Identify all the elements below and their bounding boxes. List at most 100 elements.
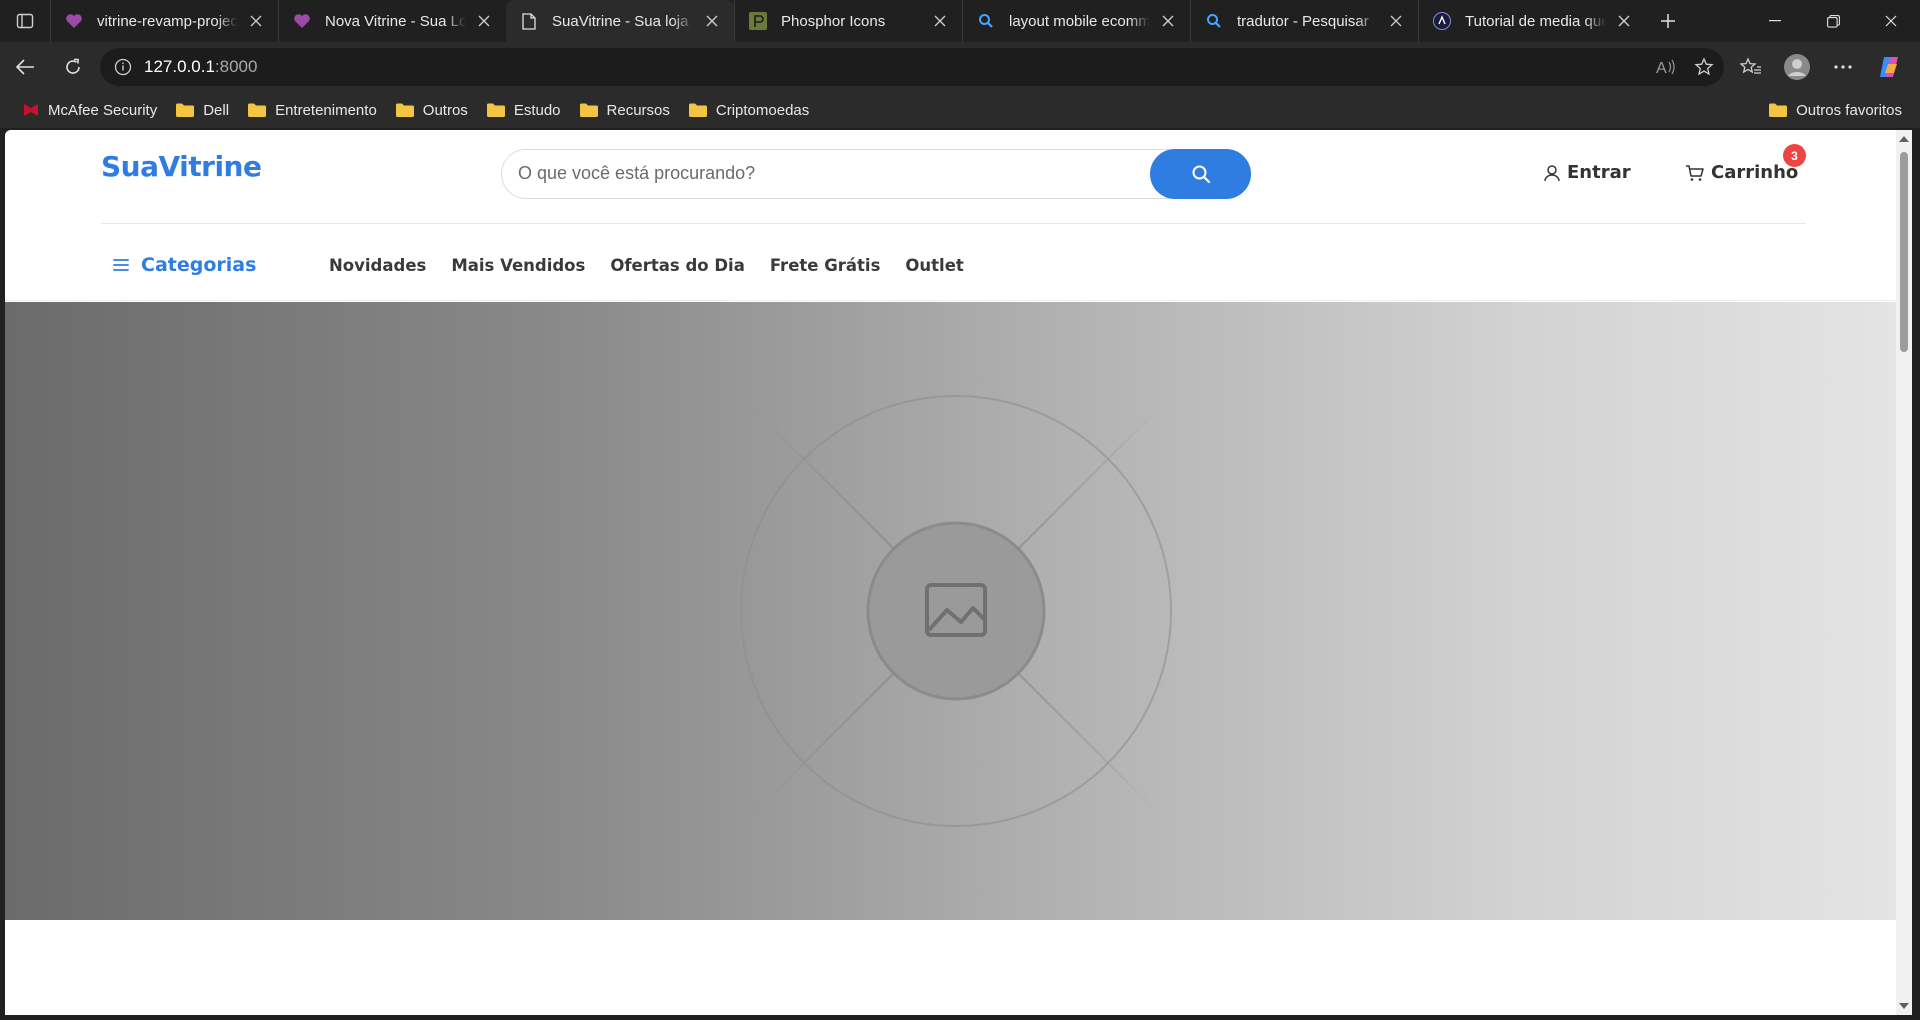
bookmark-label: Recursos xyxy=(606,101,670,119)
search-button[interactable] xyxy=(1150,148,1251,199)
cart-link[interactable]: Carrinho xyxy=(1685,162,1798,183)
search-input[interactable] xyxy=(518,150,1118,197)
bookmark-label: Dell xyxy=(203,101,230,119)
tab-title: Phosphor Icons xyxy=(781,12,886,30)
close-icon[interactable] xyxy=(1158,11,1178,31)
page-scrollbar[interactable] xyxy=(1896,130,1912,1015)
bookmark-folder-estudo[interactable]: Estudo xyxy=(478,95,569,125)
svg-text:A: A xyxy=(1656,60,1667,76)
favorites-icon[interactable] xyxy=(1730,47,1772,87)
close-window-button[interactable] xyxy=(1862,0,1920,42)
scroll-up-arrow-icon[interactable] xyxy=(1899,134,1909,144)
heart-icon xyxy=(65,12,83,30)
folder-icon xyxy=(1768,102,1788,118)
header-divider xyxy=(101,223,1806,224)
folder-icon xyxy=(579,102,599,118)
bookmark-folder-entretenimento[interactable]: Entretenimento xyxy=(239,95,385,125)
page-icon xyxy=(520,12,538,30)
mcafee-icon xyxy=(22,101,40,119)
restore-button[interactable] xyxy=(1804,0,1862,42)
search-icon xyxy=(1191,164,1211,184)
tab-title: vitrine-revamp-project xyxy=(97,12,238,30)
folder-icon xyxy=(247,102,267,118)
bookmark-folder-criptomoedas[interactable]: Criptomoedas xyxy=(680,95,817,125)
login-link[interactable]: Entrar xyxy=(1543,162,1631,183)
menu-item-frete-gratis[interactable]: Frete Grátis xyxy=(770,256,881,275)
tab-layout-mobile[interactable]: layout mobile ecomme xyxy=(962,0,1190,42)
bookmark-folder-recursos[interactable]: Recursos xyxy=(571,95,678,125)
cart-label: Carrinho xyxy=(1711,162,1799,183)
bookmark-label: Outros xyxy=(422,101,468,119)
site-header: SuaVitrine Entrar Carrinho 3 Categorias … xyxy=(5,130,1896,301)
tab-nova-vitrine[interactable]: Nova Vitrine - Sua Loja xyxy=(278,0,506,42)
tab-title: tradutor - Pesquisar xyxy=(1237,12,1369,30)
folder-icon xyxy=(175,102,195,118)
bookmarks-bar: McAfee Security Dell Entretenimento Outr… xyxy=(0,92,1920,128)
astro-icon xyxy=(1433,12,1451,30)
favorite-star-icon[interactable] xyxy=(1694,57,1714,77)
folder-icon xyxy=(688,102,708,118)
search-bar xyxy=(501,148,1251,199)
bookmark-label: Entretenimento xyxy=(275,101,377,119)
tab-title: Nova Vitrine - Sua Loja xyxy=(325,12,466,30)
tab-tutorial-media[interactable]: Tutorial de media quer xyxy=(1418,0,1646,42)
user-icon xyxy=(1543,164,1561,182)
menu-item-outlet[interactable]: Outlet xyxy=(905,256,963,275)
folder-icon xyxy=(486,102,506,118)
minimize-button[interactable] xyxy=(1746,0,1804,42)
bookmark-label: Outros favoritos xyxy=(1796,101,1902,119)
sidebar-toggle-icon[interactable] xyxy=(0,0,50,42)
close-icon[interactable] xyxy=(1386,11,1406,31)
url-host: 127.0.0.1 xyxy=(144,57,215,76)
reload-button[interactable] xyxy=(50,47,96,87)
new-tab-button[interactable] xyxy=(1646,0,1690,42)
tab-title: layout mobile ecomme xyxy=(1009,12,1150,30)
close-icon[interactable] xyxy=(930,11,950,31)
address-bar[interactable]: 127.0.0.1:8000 A xyxy=(100,48,1724,86)
read-aloud-icon[interactable]: A xyxy=(1656,58,1676,76)
bookmark-folder-outros[interactable]: Outros xyxy=(387,95,476,125)
hero-banner[interactable] xyxy=(5,302,1896,920)
tab-vitrine-revamp[interactable]: vitrine-revamp-project xyxy=(50,0,278,42)
bookmark-label: McAfee Security xyxy=(48,101,158,119)
tab-suavitrine[interactable]: SuaVitrine - Sua loja on xyxy=(506,0,734,42)
bookmark-folder-dell[interactable]: Dell xyxy=(167,95,237,125)
menu-list-icon xyxy=(113,258,129,272)
categories-label: Categorias xyxy=(141,254,257,276)
profile-avatar-icon[interactable] xyxy=(1776,47,1818,87)
tab-strip: vitrine-revamp-project Nova Vitrine - Su… xyxy=(0,0,1920,42)
copilot-icon[interactable] xyxy=(1868,47,1910,87)
more-options-icon[interactable] xyxy=(1822,47,1864,87)
heart-icon xyxy=(293,12,311,30)
close-icon[interactable] xyxy=(1614,11,1634,31)
categories-button[interactable]: Categorias xyxy=(113,254,256,276)
close-icon[interactable] xyxy=(702,11,722,31)
site-info-icon[interactable] xyxy=(114,58,132,76)
menu-item-novidades[interactable]: Novidades xyxy=(329,256,426,275)
folder-icon xyxy=(395,102,415,118)
login-label: Entrar xyxy=(1567,162,1631,183)
close-icon[interactable] xyxy=(474,11,494,31)
phosphor-icon xyxy=(749,12,767,30)
shopping-cart-icon xyxy=(1685,164,1705,182)
cart-count-badge: 3 xyxy=(1783,144,1806,167)
search-icon xyxy=(977,12,995,30)
menu-item-ofertas-do-dia[interactable]: Ofertas do Dia xyxy=(610,256,745,275)
tab-phosphor-icons[interactable]: Phosphor Icons xyxy=(734,0,962,42)
page-viewport: SuaVitrine Entrar Carrinho 3 Categorias … xyxy=(5,130,1896,1015)
image-placeholder-graphic xyxy=(657,312,1255,910)
menu-item-mais-vendidos[interactable]: Mais Vendidos xyxy=(451,256,585,275)
site-logo[interactable]: SuaVitrine xyxy=(101,150,262,183)
close-icon[interactable] xyxy=(246,11,266,31)
search-icon xyxy=(1205,12,1223,30)
tab-title: Tutorial de media quer xyxy=(1465,12,1606,30)
tab-title: SuaVitrine - Sua loja on xyxy=(552,12,694,30)
bookmark-label: Criptomoedas xyxy=(715,101,810,119)
scroll-down-arrow-icon[interactable] xyxy=(1899,1001,1909,1011)
back-button[interactable] xyxy=(2,47,48,87)
bookmark-folder-outros-favoritos[interactable]: Outros favoritos xyxy=(1760,95,1910,125)
scrollbar-thumb[interactable] xyxy=(1900,152,1908,352)
bookmark-mcafee[interactable]: McAfee Security xyxy=(14,95,165,125)
bookmark-label: Estudo xyxy=(513,101,561,119)
tab-tradutor[interactable]: tradutor - Pesquisar xyxy=(1190,0,1418,42)
